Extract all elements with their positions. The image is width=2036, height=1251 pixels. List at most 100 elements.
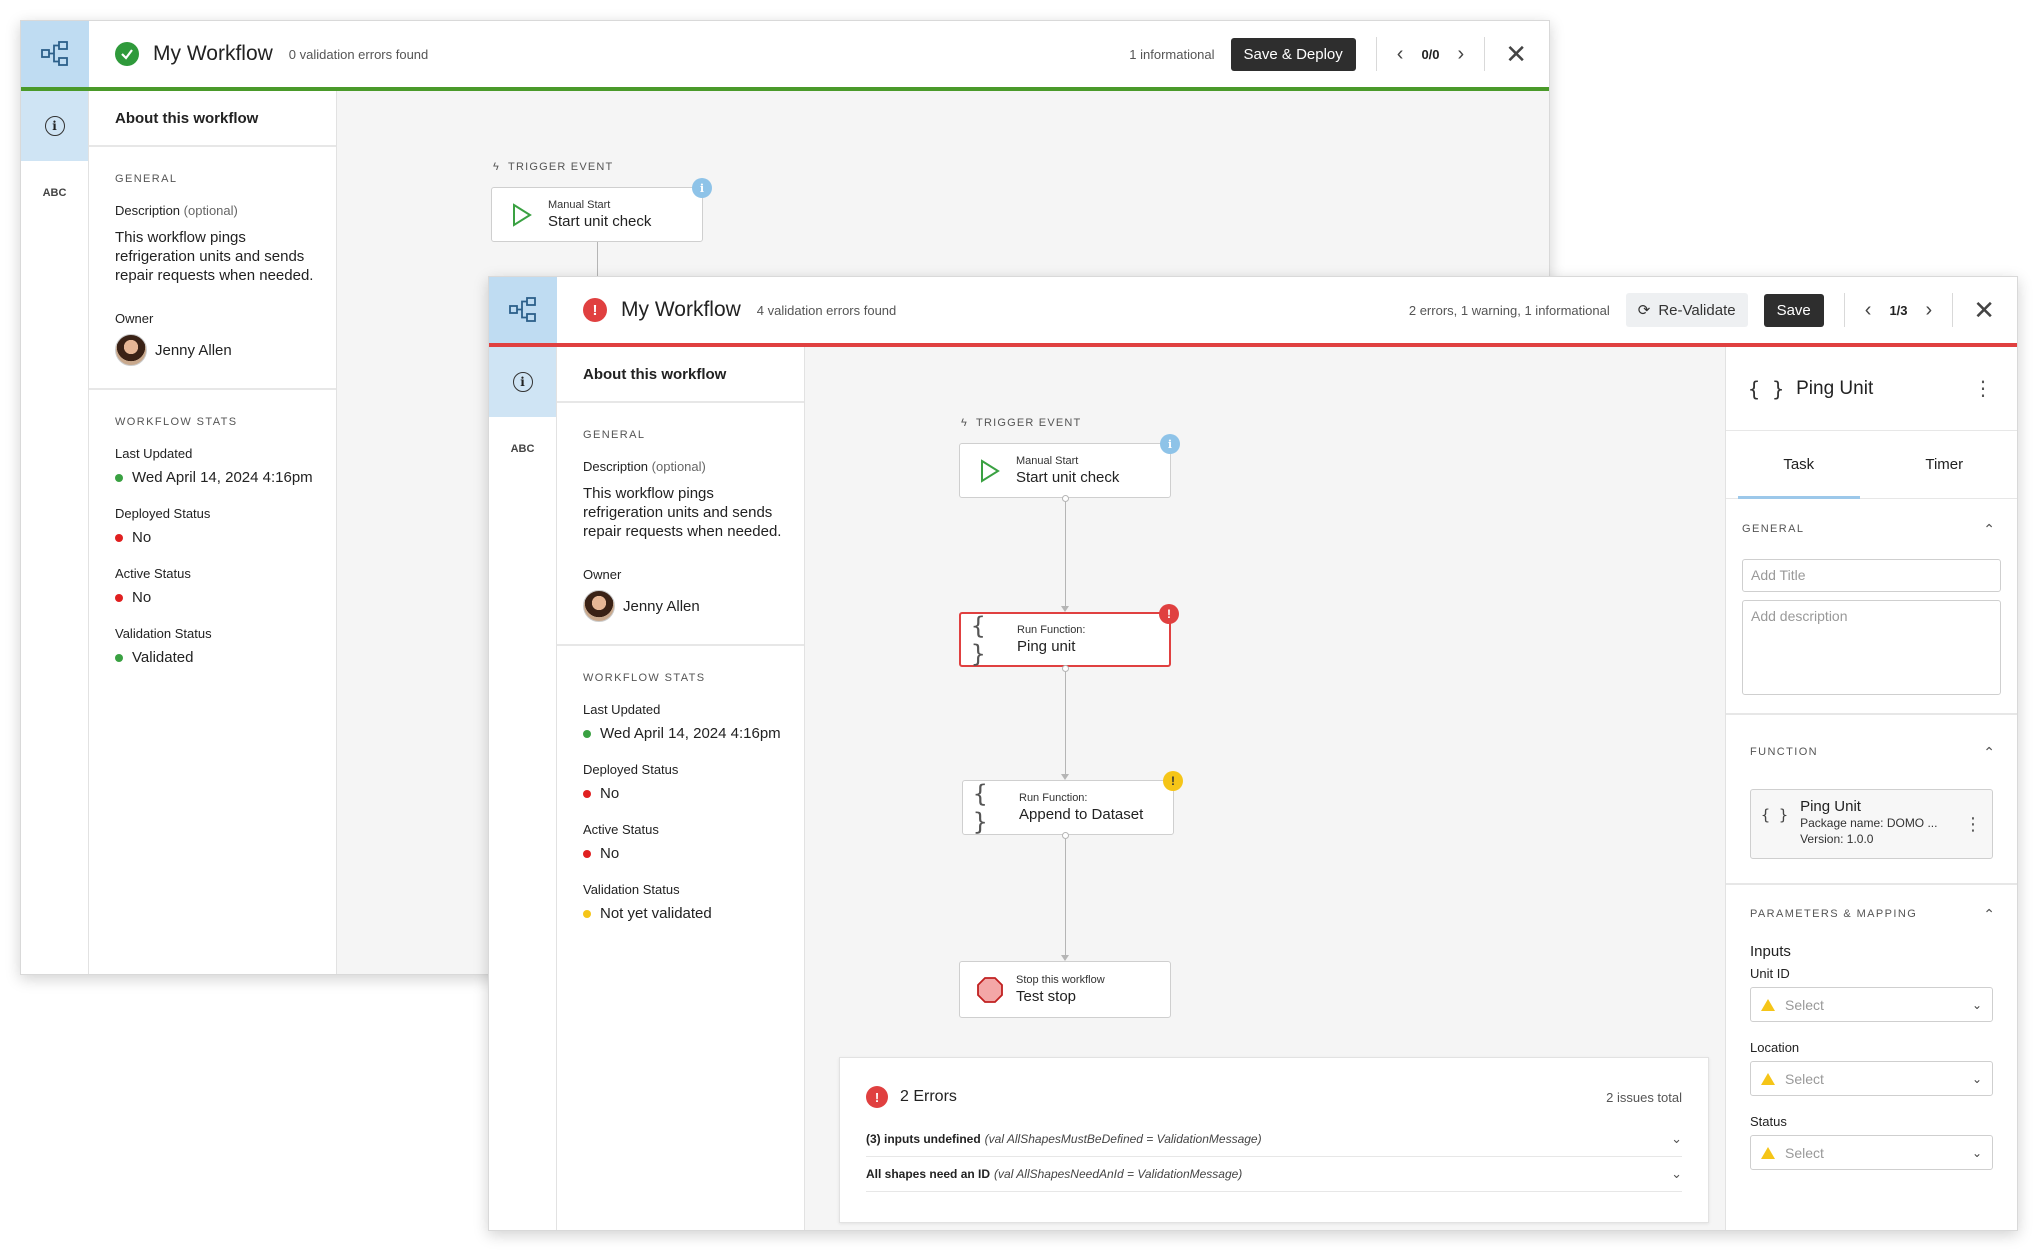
tab-timer[interactable]: Timer [1872,431,2018,498]
close-icon[interactable]: ✕ [1973,295,1995,326]
close-icon[interactable]: ✕ [1505,39,1527,70]
params-section-header[interactable]: PARAMETERS & MAPPING ⌃ [1726,885,2017,943]
chevron-left-icon[interactable]: ‹ [1865,299,1872,322]
node-type: Run Function: [1019,792,1088,804]
description-textarea[interactable]: Add description [1742,600,2001,695]
owner-name: Jenny Allen [623,597,700,615]
node-name: Append to Dataset [1019,806,1144,823]
info-badge-icon[interactable]: i [692,178,712,198]
trigger-event-text: TRIGGER EVENT [508,161,614,173]
params-section-label: PARAMETERS & MAPPING [1750,908,1918,920]
node-connector [1065,502,1066,608]
workflow-title: My Workflow [153,42,273,65]
trigger-event-text: TRIGGER EVENT [976,417,1082,429]
node-name: Start unit check [548,213,652,230]
panel-tabs: Task Timer [1726,431,2017,499]
rail-info-tab[interactable]: i [489,347,556,417]
error-row[interactable]: All shapes need an ID (val AllShapesNeed… [866,1157,1682,1192]
node-properties-panel: { } Ping Unit ⋮ Task Timer GENERAL ⌃ Add… [1725,347,2017,1230]
stats-section-label: WORKFLOW STATS [115,416,238,428]
error-status-icon: ! [583,298,607,322]
warning-badge-icon[interactable]: ! [1163,771,1183,791]
function-card-text: Ping Unit Package name: DOMO ... Version… [1800,798,1937,847]
chevron-right-icon[interactable]: › [1458,43,1465,66]
optional-label: (optional) [651,459,706,474]
stat-value-row: No [115,589,336,606]
front-workflow-window: ! My Workflow 4 validation errors found … [488,276,2018,1231]
header-divider [1375,37,1377,71]
save-button[interactable]: Save [1763,293,1824,327]
stat-value: No [132,529,152,546]
kebab-menu-icon[interactable]: ⋮ [1973,376,1993,401]
braces-icon: { } [1748,376,1785,401]
workflow-logo-icon[interactable] [21,21,89,87]
title-input[interactable]: Add Title [1742,559,2001,592]
abc-icon[interactable]: ABC [489,443,556,455]
function-card[interactable]: { } Ping Unit Package name: DOMO ... Ver… [1750,789,1993,859]
stat-value-row: No [115,529,336,546]
error-detail: (val AllShapesNeedAnId = ValidationMessa… [994,1167,1243,1181]
general-section-header[interactable]: GENERAL ⌃ [1726,499,2017,559]
revalidate-label: Re-Validate [1658,301,1736,319]
window-header: ! My Workflow 4 validation errors found … [489,277,2017,347]
trigger-event-label: ϟ TRIGGER EVENT [493,161,613,173]
stat-value-row: Validated [115,649,336,666]
optional-label: (optional) [183,203,238,218]
error-badge-icon[interactable]: ! [1159,604,1179,624]
select-placeholder: Select [1785,1144,1824,1161]
sidebar-divider [557,644,804,646]
rail-info-tab[interactable]: i [21,91,88,161]
stat-label: Last Updated [583,702,661,717]
stat-value: Wed April 14, 2024 4:16pm [600,725,781,742]
chevron-up-icon[interactable]: ⌃ [1983,906,1995,923]
chevron-up-icon[interactable]: ⌃ [1983,521,1995,538]
node-type: Stop this workflow [1016,974,1105,986]
error-row[interactable]: (3) inputs undefined (val AllShapesMustB… [866,1122,1682,1157]
owner-row: Jenny Allen [583,590,804,622]
unit-id-select[interactable]: Select ⌄ [1750,987,1993,1022]
chevron-down-icon[interactable]: ⌄ [1671,1131,1682,1147]
abc-icon[interactable]: ABC [21,187,88,199]
stat-value-row: No [583,845,804,862]
save-deploy-button[interactable]: Save & Deploy [1230,37,1356,71]
header-divider [1843,293,1845,327]
status-select[interactable]: Select ⌄ [1750,1135,1993,1170]
node-type: Manual Start [548,199,611,211]
manual-start-node[interactable]: Manual Start Start unit check i [959,434,1180,498]
validated-check-icon [115,42,139,66]
function-section-header[interactable]: FUNCTION ⌃ [1726,715,2017,789]
chevron-down-icon: ⌄ [1971,1071,1982,1086]
warning-icon [1761,998,1775,1011]
owner-label: Owner [115,311,154,326]
issue-summary[interactable]: 2 errors, 1 warning, 1 informational [1409,303,1610,318]
workflow-canvas[interactable]: ϟ TRIGGER EVENT Manual Start Start unit … [805,347,1725,1230]
informational-count[interactable]: 1 informational [1129,47,1214,62]
location-select[interactable]: Select ⌄ [1750,1061,1993,1096]
stat-value-row: No [583,785,804,802]
chevron-right-icon[interactable]: › [1926,299,1933,322]
chevron-down-icon[interactable]: ⌄ [1671,1166,1682,1182]
panel-title: Ping Unit [1796,377,1874,399]
chevron-left-icon[interactable]: ‹ [1397,43,1404,66]
chevron-up-icon[interactable]: ⌃ [1983,744,1995,761]
description-label-text: Description [583,459,649,474]
select-placeholder: Select [1785,1070,1824,1087]
tab-task[interactable]: Task [1726,431,1872,499]
play-icon [970,458,1010,483]
manual-start-node[interactable]: Manual Start Start unit check i [491,178,712,242]
errors-panel: ! 2 Errors 2 issues total (3) inputs und… [839,1057,1709,1223]
kebab-menu-icon[interactable]: ⋮ [1964,814,1982,835]
stop-workflow-node[interactable]: Stop this workflow Test stop [959,961,1171,1018]
run-function-append-node[interactable]: { } Run Function: Append to Dataset ! [962,771,1183,836]
workflow-logo-icon[interactable] [489,277,557,343]
stat-label: Validation Status [583,882,680,897]
play-icon [502,202,542,227]
info-badge-icon[interactable]: i [1160,434,1180,454]
revalidate-button[interactable]: ⟳ Re-Validate [1625,293,1748,327]
header-divider [1952,293,1954,327]
error-message: All shapes need an ID [866,1167,991,1181]
run-function-ping-node[interactable]: { } Run Function: Ping unit ! [959,604,1179,668]
connector-dot [1062,665,1069,672]
stat-value: No [132,589,152,606]
workflow-description: This workflow pings refrigeration units … [115,229,314,284]
